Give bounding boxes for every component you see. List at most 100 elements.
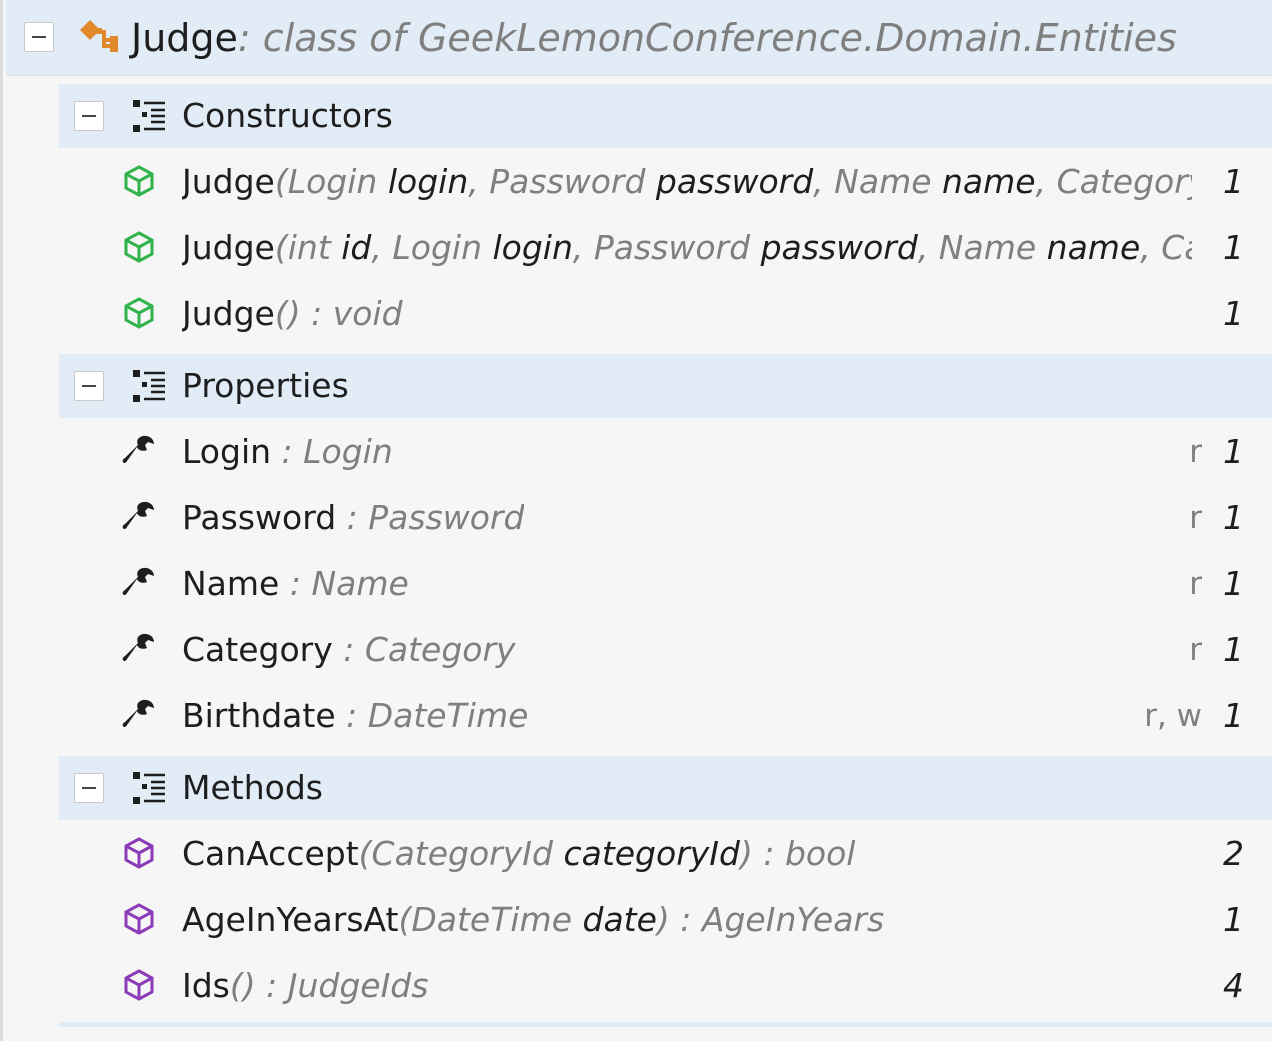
constructor-row[interactable]: Judge() : void 1 (59, 280, 1272, 346)
member-signature: Judge(Login login, Password password, Na… (182, 162, 1192, 202)
param-type: Password (489, 162, 646, 201)
param-separator: , (572, 228, 594, 267)
member-signature: Judge() : void (182, 294, 403, 334)
param-space (1036, 228, 1047, 267)
group-header-constructors[interactable]: Constructors (59, 84, 1272, 148)
member-name: Name (182, 564, 280, 603)
collapse-properties-button[interactable] (74, 371, 104, 401)
method-cube-icon (124, 969, 154, 1001)
property-row[interactable]: Category : Category r 1 (59, 616, 1272, 682)
group-header-methods[interactable]: Methods (59, 756, 1272, 820)
param-type: Password (593, 228, 751, 267)
usage-count: 1 (1223, 228, 1244, 267)
param-space (645, 162, 656, 201)
access-modifiers: r (1189, 500, 1202, 536)
param-open: ( (398, 900, 412, 939)
param-type: Name (834, 162, 932, 201)
collapse-constructors-button[interactable] (74, 101, 104, 131)
param-type: CategoryId (371, 834, 553, 873)
usage-count: 2 (1223, 834, 1244, 873)
member-type: : Password (336, 498, 525, 537)
class-header-row[interactable]: Judge: class of GeekLemonConference.Doma… (6, 0, 1272, 76)
param-type: Login (392, 228, 482, 267)
member-name: AgeInYearsAt (182, 900, 399, 939)
usage-count: 1 (1223, 432, 1244, 471)
group-header-properties[interactable]: Properties (59, 354, 1272, 418)
wrench-icon (122, 501, 154, 530)
param-space (377, 162, 388, 201)
property-row[interactable]: Name : Name r 1 (59, 550, 1272, 616)
group-label-constructors: Constructors (182, 96, 393, 135)
param-tail: , Category... (1035, 162, 1192, 201)
param-open: ( (274, 162, 288, 201)
param-open: ( (274, 228, 288, 267)
method-row[interactable]: AgeInYearsAt(DateTime date) : AgeInYears… (59, 886, 1272, 952)
constructor-row[interactable]: Judge(int id, Login login, Password pass… (59, 214, 1272, 280)
param-space (750, 228, 761, 267)
param-open: () (274, 294, 301, 333)
return-type: : JudgeIds (255, 966, 429, 1005)
list-bottom-divider (59, 1022, 1272, 1027)
member-type: : DateTime (335, 696, 529, 735)
class-name: Judge (131, 16, 238, 60)
property-row[interactable]: Birthdate : DateTime r, w 1 (59, 682, 1272, 748)
usage-count: 1 (1223, 294, 1244, 333)
method-row[interactable]: Ids() : JudgeIds 4 (59, 952, 1272, 1018)
member-signature: Judge(int id, Login login, Password pass… (182, 228, 1192, 268)
access-modifiers: r, w (1144, 698, 1202, 734)
collapse-class-button[interactable] (24, 22, 54, 52)
param-tail: , Ca... (1140, 228, 1192, 267)
access-modifiers: r (1189, 632, 1202, 668)
method-row[interactable]: CanAccept(CategoryId categoryId) : bool 2 (59, 820, 1272, 886)
property-row[interactable]: Password : Password r 1 (59, 484, 1272, 550)
return-type: : AgeInYears (669, 900, 885, 939)
member-name: CanAccept (182, 834, 359, 873)
param-space (482, 228, 493, 267)
property-row[interactable]: Login : Login r 1 (59, 418, 1272, 484)
constructor-cube-icon (124, 231, 154, 263)
member-group-icon (133, 370, 165, 402)
usage-count: 1 (1223, 696, 1244, 735)
member-type: : Name (279, 564, 409, 603)
member-name: Judge (182, 228, 275, 267)
param-name: date (582, 900, 657, 939)
member-signature: Birthdate : DateTime (182, 696, 528, 736)
param-space (553, 834, 564, 873)
member-signature: CanAccept(CategoryId categoryId) : bool (182, 834, 855, 874)
param-separator: , (371, 228, 393, 267)
member-group-icon (133, 772, 165, 804)
method-cube-icon (124, 837, 154, 869)
member-name: Password (182, 498, 337, 537)
class-kind: : class (237, 16, 358, 60)
class-icon (80, 20, 118, 52)
usage-count: 1 (1223, 900, 1244, 939)
param-name: login (492, 228, 573, 267)
collapse-methods-button[interactable] (74, 773, 104, 803)
member-name: Judge (182, 294, 275, 333)
param-type: int (287, 228, 331, 267)
param-name: categoryId (563, 834, 740, 873)
member-name: Ids (182, 966, 230, 1005)
param-name: password (760, 228, 918, 267)
constructor-row[interactable]: Judge(Login login, Password password, Na… (59, 148, 1272, 214)
param-separator: , (917, 228, 939, 267)
member-group-icon (133, 100, 165, 132)
member-signature: Login : Login (182, 432, 393, 472)
member-signature: Category : Category (182, 630, 516, 670)
class-browser-panel: Judge: class of GeekLemonConference.Doma… (0, 0, 1272, 1041)
usage-count: 1 (1223, 498, 1244, 537)
wrench-icon (122, 633, 154, 662)
param-space (572, 900, 583, 939)
member-type: : Category (332, 630, 516, 669)
method-cube-icon (124, 903, 154, 935)
class-title: Judge: class of GeekLemonConference.Doma… (131, 14, 1177, 62)
constructor-cube-icon (124, 165, 154, 197)
usage-count: 1 (1223, 162, 1244, 201)
member-signature: Ids() : JudgeIds (182, 966, 428, 1006)
access-modifiers: r (1189, 434, 1202, 470)
usage-count: 4 (1223, 966, 1244, 1005)
param-space (932, 162, 943, 201)
group-label-properties: Properties (182, 366, 349, 405)
return-type: : void (300, 294, 403, 333)
wrench-icon (122, 435, 154, 464)
